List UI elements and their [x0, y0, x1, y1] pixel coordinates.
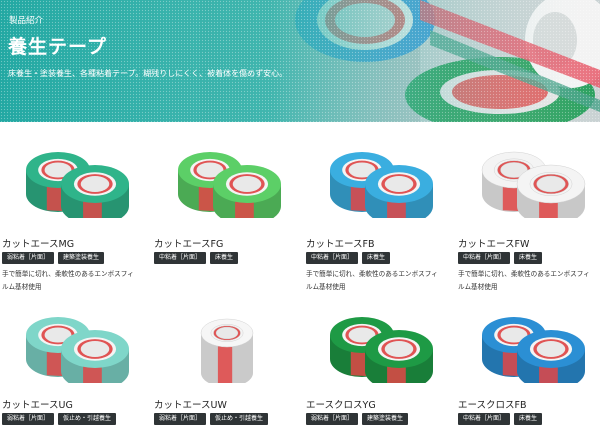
- adhesion-tag: 弱粘着［片面］: [306, 413, 359, 425]
- tape-roll-image: [330, 317, 433, 383]
- tape-roll-image: [330, 152, 433, 218]
- usage-tag: 床養生: [362, 252, 391, 264]
- product-tags: 中粘着［片面］ 床養生: [154, 252, 239, 264]
- tape-roll-image: [200, 318, 254, 383]
- product-name[interactable]: カットエースFB: [306, 236, 375, 250]
- usage-tag: 仮止め・引越養生: [210, 413, 269, 425]
- page-description: 床養生・塗装養生、各種粘着テープ。糊残りしにくく、被着体を傷めず安心。: [8, 69, 288, 78]
- product-description: 手で簡単に切れ、柔軟性のあるエンボスフィ ルム基材使用: [306, 270, 438, 291]
- tape-roll-image: [482, 317, 585, 383]
- product-description: 手で簡単に切れ、柔軟性のあるエンボスフィ ルム基材使用: [458, 270, 590, 291]
- product-tags: 弱粘着［片面］ 仮止め・引越養生: [154, 413, 269, 425]
- usage-tag: 床養生: [514, 252, 543, 264]
- page-title: 養生テープ: [8, 36, 107, 58]
- adhesion-tag: 弱粘着［片面］: [2, 252, 55, 264]
- product-name[interactable]: カットエースMG: [2, 236, 74, 250]
- usage-tag: 床養生: [210, 252, 239, 264]
- product-tags: 中粘着［片面］ 床養生: [458, 413, 543, 425]
- hero-banner: 製品紹介 養生テープ 床養生・塗装養生、各種粘着テープ。糊残りしにくく、被着体を…: [0, 0, 600, 122]
- tape-roll-image: [26, 317, 129, 383]
- product-name[interactable]: エースクロスFB: [458, 397, 527, 411]
- product-name[interactable]: カットエースFG: [154, 236, 223, 250]
- adhesion-tag: 弱粘着［片面］: [2, 413, 55, 425]
- breadcrumb[interactable]: 製品紹介: [9, 14, 43, 26]
- tape-roll-image: [178, 152, 281, 218]
- adhesion-tag: 中粘着［片面］: [458, 413, 511, 425]
- adhesion-tag: 中粘着［片面］: [154, 252, 207, 264]
- product-name[interactable]: カットエースUW: [154, 397, 227, 411]
- usage-tag: 仮止め・引越養生: [58, 413, 117, 425]
- adhesion-tag: 中粘着［片面］: [458, 252, 511, 264]
- tape-roll-image: [481, 151, 586, 218]
- product-tags: 弱粘着［片面］ 建築塗装養生: [2, 252, 105, 264]
- tape-roll-image: [26, 152, 129, 218]
- product-tags: 中粘着［片面］ 床養生: [458, 252, 543, 264]
- product-name[interactable]: エースクロスYG: [306, 397, 376, 411]
- product-tags: 弱粘着［片面］ 仮止め・引越養生: [2, 413, 117, 425]
- usage-tag: 建築塗装養生: [362, 413, 409, 425]
- product-tags: 弱粘着［片面］ 建築塗装養生: [306, 413, 409, 425]
- adhesion-tag: 中粘着［片面］: [306, 252, 359, 264]
- usage-tag: 床養生: [514, 413, 543, 425]
- product-name[interactable]: カットエースUG: [2, 397, 73, 411]
- product-name[interactable]: カットエースFW: [458, 236, 529, 250]
- hero-text: 製品紹介 養生テープ 床養生・塗装養生、各種粘着テープ。糊残りしにくく、被着体を…: [0, 0, 600, 122]
- product-tags: 中粘着［片面］ 床養生: [306, 252, 391, 264]
- adhesion-tag: 弱粘着［片面］: [154, 413, 207, 425]
- usage-tag: 建築塗装養生: [58, 252, 105, 264]
- product-description: 手で簡単に切れ、柔軟性のあるエンボスフィ ルム基材使用: [2, 270, 134, 291]
